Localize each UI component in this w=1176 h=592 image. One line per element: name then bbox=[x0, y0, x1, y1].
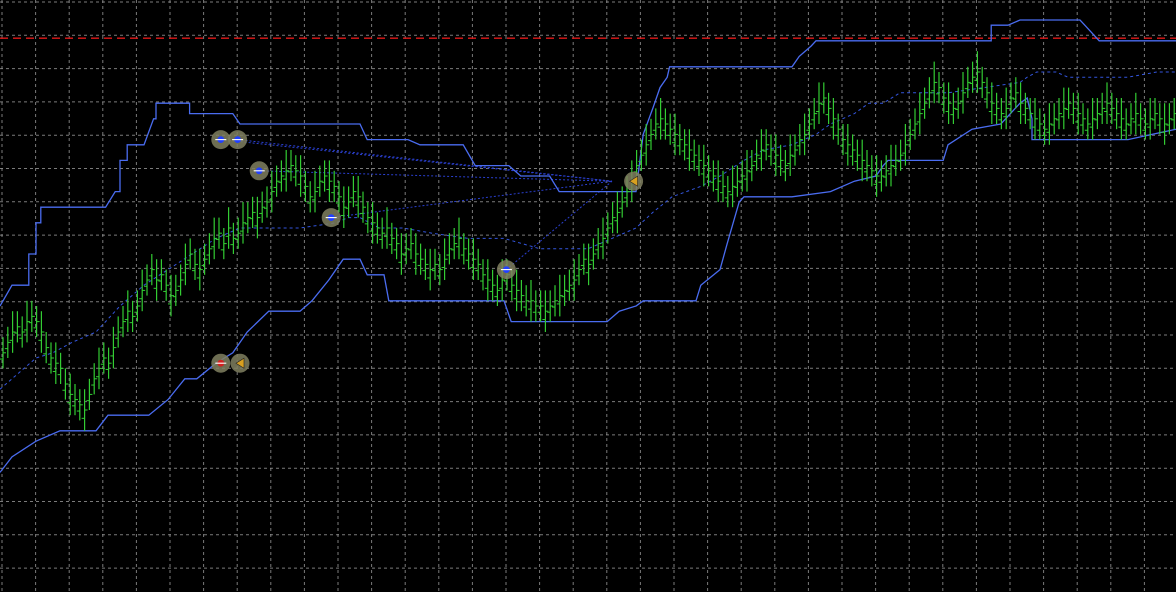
price-chart[interactable] bbox=[0, 0, 1176, 592]
chart-canvas[interactable] bbox=[0, 0, 1176, 592]
